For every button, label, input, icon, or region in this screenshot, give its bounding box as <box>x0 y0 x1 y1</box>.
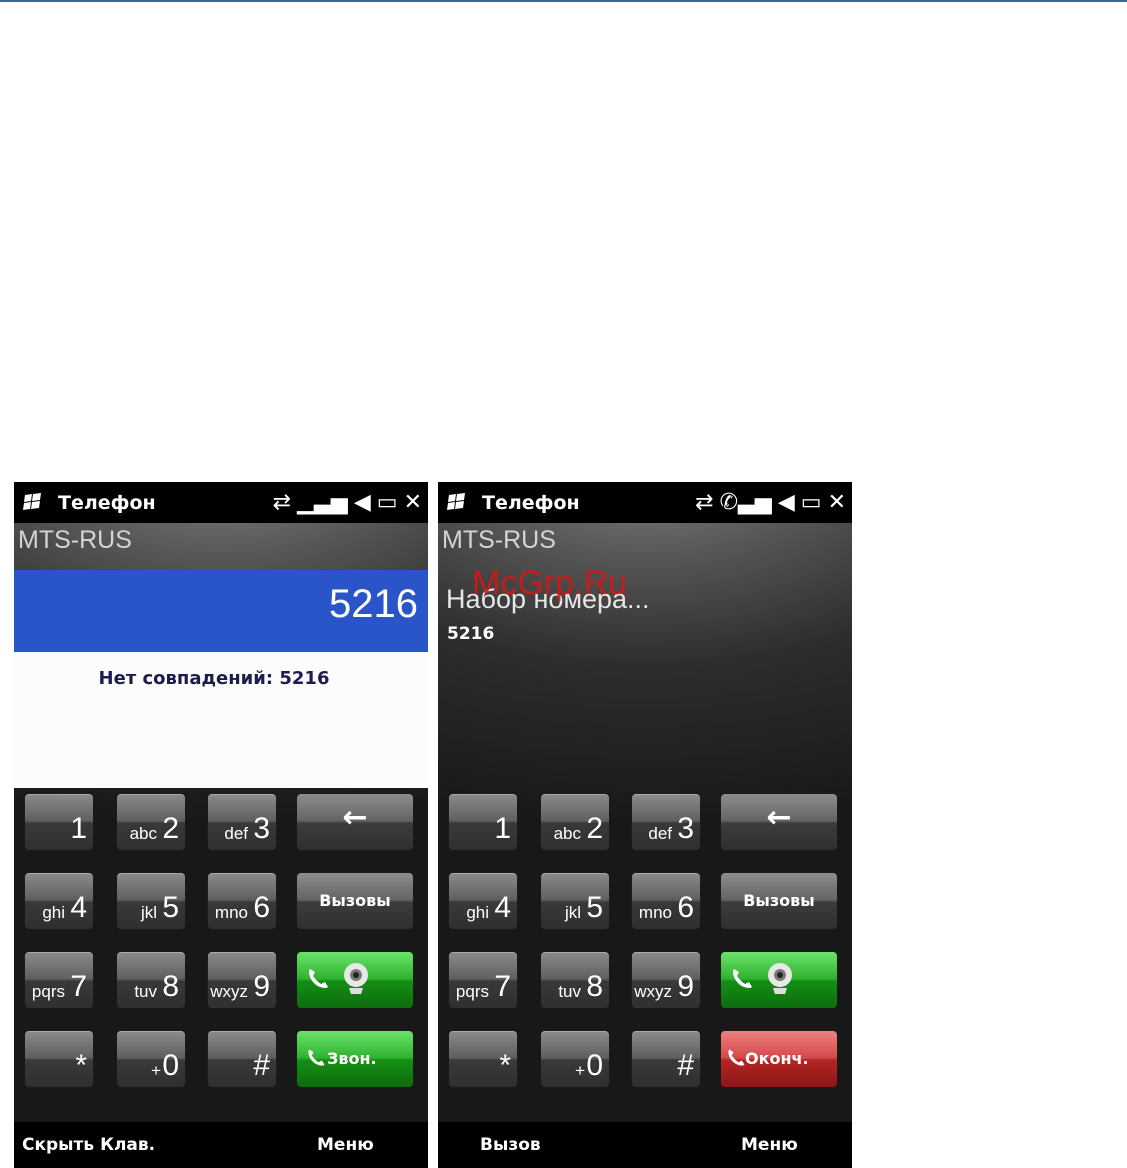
soft-key-bar: Вызов Меню <box>438 1122 852 1168</box>
windows-start-icon[interactable] <box>446 492 468 512</box>
phone-icon <box>728 1049 745 1066</box>
watermark: McGrp.Ru <box>472 564 627 602</box>
key-hash[interactable]: # <box>631 1030 701 1088</box>
key-4[interactable]: ghi 4 <box>24 872 94 930</box>
dialing-number: 5216 <box>447 624 495 644</box>
battery-icon[interactable]: ▭ <box>377 490 398 516</box>
backspace-button[interactable]: ← <box>720 793 838 851</box>
top-rule <box>0 0 1127 2</box>
close-icon[interactable]: ✕ <box>828 490 846 516</box>
menu-softkey[interactable]: Меню <box>317 1135 374 1155</box>
key-9[interactable]: wxyz 9 <box>207 951 277 1009</box>
no-match-message: Нет совпадений: 5216 <box>98 668 330 689</box>
call-button[interactable]: Звон. <box>296 1030 414 1088</box>
phone-screen-right: Телефон ⇄ ✆▃▅ ◀ ▭ ✕ MTS-RUS Набор номера… <box>438 482 852 1168</box>
key-5[interactable]: jkl 5 <box>116 872 186 930</box>
status-bar: Телефон ⇄ ✆▃▅ ◀ ▭ ✕ <box>438 482 852 523</box>
key-7[interactable]: pqrs 7 <box>24 951 94 1009</box>
webcam-icon <box>768 963 792 994</box>
key-4[interactable]: ghi 4 <box>448 872 518 930</box>
phone-icon <box>733 969 752 988</box>
key-6[interactable]: mno 6 <box>207 872 277 930</box>
key-8[interactable]: tuv 8 <box>540 951 610 1009</box>
call-signal-icon[interactable]: ✆▃▅ <box>720 490 772 516</box>
number-field[interactable]: 5216 <box>14 570 428 652</box>
backspace-icon: ← <box>342 800 368 835</box>
key-1[interactable]: 1 <box>24 793 94 851</box>
backspace-button[interactable]: ← <box>296 793 414 851</box>
key-0[interactable]: +0 <box>116 1030 186 1088</box>
status-bar: Телефон ⇄ ▁▃▅ ◀ ▭ ✕ <box>14 482 428 523</box>
key-7[interactable]: pqrs 7 <box>448 951 518 1009</box>
video-call-button[interactable] <box>296 951 414 1009</box>
key-star[interactable]: * <box>448 1030 518 1088</box>
phone-icon <box>309 969 328 988</box>
key-3[interactable]: def 3 <box>631 793 701 851</box>
end-call-button[interactable]: Оконч. <box>720 1030 838 1088</box>
app-title: Телефон <box>58 492 156 514</box>
soft-key-bar: Скрыть Клав. Меню <box>14 1122 428 1168</box>
key-6[interactable]: mno 6 <box>631 872 701 930</box>
key-2[interactable]: abc 2 <box>116 793 186 851</box>
hide-keypad-softkey[interactable]: Скрыть Клав. <box>22 1135 155 1155</box>
calls-button[interactable]: Вызовы <box>296 872 414 930</box>
call-softkey[interactable]: Вызов <box>480 1135 541 1155</box>
key-8[interactable]: tuv 8 <box>116 951 186 1009</box>
close-icon[interactable]: ✕ <box>404 490 422 516</box>
key-hash[interactable]: # <box>207 1030 277 1088</box>
key-3[interactable]: def 3 <box>207 793 277 851</box>
calls-button[interactable]: Вызовы <box>720 872 838 930</box>
operator-name: MTS-RUS <box>442 526 556 554</box>
phone-screen-left: Телефон ⇄ ▁▃▅ ◀ ▭ ✕ MTS-RUS 5216 Нет сов… <box>14 482 428 1168</box>
key-2[interactable]: abc 2 <box>540 793 610 851</box>
signal-icon[interactable]: ▁▃▅ <box>297 490 348 516</box>
key-star[interactable]: * <box>24 1030 94 1088</box>
dialed-number: 5216 <box>329 582 418 626</box>
key-1[interactable]: 1 <box>448 793 518 851</box>
video-call-button[interactable] <box>720 951 838 1009</box>
battery-icon[interactable]: ▭ <box>801 490 822 516</box>
key-0[interactable]: +0 <box>540 1030 610 1088</box>
windows-start-icon[interactable] <box>22 492 44 512</box>
data-connection-icon[interactable]: ⇄ <box>695 490 713 516</box>
data-connection-icon[interactable]: ⇄ <box>273 490 291 516</box>
phone-icon <box>308 1049 325 1066</box>
backspace-icon: ← <box>766 800 792 835</box>
key-9[interactable]: wxyz 9 <box>631 951 701 1009</box>
speaker-icon[interactable]: ◀ <box>354 490 371 516</box>
speaker-icon[interactable]: ◀ <box>778 490 795 516</box>
webcam-icon <box>344 963 368 994</box>
menu-softkey[interactable]: Меню <box>741 1135 798 1155</box>
key-5[interactable]: jkl 5 <box>540 872 610 930</box>
operator-name: MTS-RUS <box>18 526 132 554</box>
app-title: Телефон <box>482 492 580 514</box>
